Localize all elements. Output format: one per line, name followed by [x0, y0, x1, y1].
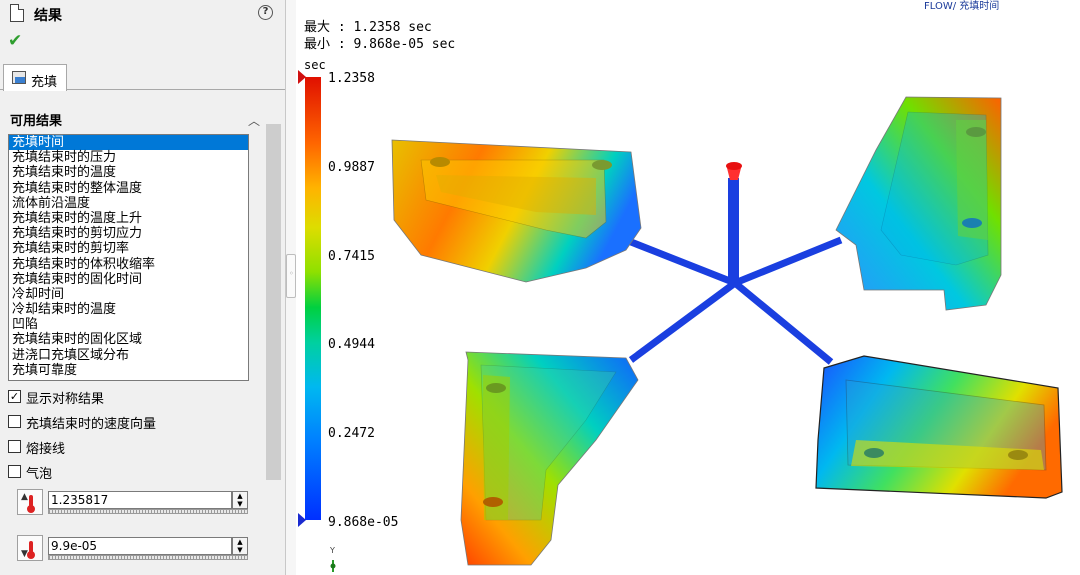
- result-list-item[interactable]: 凹陷: [9, 317, 248, 332]
- cavity-part-bottom-right: [815, 355, 1063, 499]
- result-list-item[interactable]: 进浇口充填区域分布: [9, 348, 248, 363]
- checkbox-label: 显示对称结果: [26, 392, 105, 407]
- result-list-item[interactable]: 充填结束时的温度上升: [9, 211, 248, 226]
- graphics-viewport[interactable]: FLOW/ 充填时间 最大 : 1.2358 sec 最小 : 9.868e-0…: [296, 0, 1080, 575]
- panel-title: 结果: [34, 8, 62, 24]
- checkbox-label: 气泡: [26, 467, 53, 482]
- scrollbar-thumb[interactable]: [266, 124, 281, 480]
- checkbox-label: 充填结束时的速度向量: [26, 417, 157, 432]
- max-spin-buttons[interactable]: ▲ ▼: [232, 491, 248, 509]
- checkbox-box[interactable]: ✓: [8, 390, 21, 403]
- result-list-item[interactable]: 充填结束时的固化时间: [9, 272, 248, 287]
- fill-tab-icon: [12, 71, 26, 84]
- checkbox-box[interactable]: [8, 415, 21, 428]
- cavity-part-bottom-left: [460, 351, 639, 566]
- checkbox-box[interactable]: [8, 440, 21, 453]
- result-list-item[interactable]: 流体前沿温度: [9, 196, 248, 211]
- result-list-item[interactable]: 冷却时间: [9, 287, 248, 302]
- mold-flow-model[interactable]: [296, 0, 1080, 575]
- result-list-item[interactable]: 充填结束时的剪切应力: [9, 226, 248, 241]
- result-list-item[interactable]: 充填可靠度: [9, 363, 248, 378]
- panel-header: 结果 ?: [0, 0, 285, 30]
- result-list-item[interactable]: 冷却结束时的温度: [9, 302, 248, 317]
- tab-label: 充填: [31, 75, 58, 90]
- collapse-chevron-icon[interactable]: ︿: [248, 112, 260, 129]
- cavity-part-top-left: [391, 139, 642, 283]
- checkbox-label: 熔接线: [26, 442, 66, 457]
- min-value-spinner[interactable]: ▲▼: [48, 537, 249, 560]
- min-value-button[interactable]: ▼: [17, 535, 43, 561]
- checkbox-box[interactable]: [8, 465, 21, 478]
- thermometer-min-icon: [27, 541, 35, 559]
- min-spin-buttons[interactable]: ▲ ▼: [232, 537, 248, 555]
- cavity-part-top-right: [835, 96, 1002, 311]
- axis-triad: [330, 560, 336, 572]
- max-value-button[interactable]: ▲: [17, 489, 43, 515]
- available-results-header: 可用结果: [10, 114, 63, 129]
- max-value-slider[interactable]: [48, 509, 248, 514]
- result-list-item[interactable]: 充填时间: [9, 135, 248, 151]
- property-manager-panel: 结果 ? ✔ 充填 可用结果 ︿ 充填时间 充填结束时的压力 充填结束时的温度 充填结…: [0, 0, 286, 575]
- arrow-up-icon: ▲: [21, 492, 28, 502]
- help-icon[interactable]: ?: [258, 5, 273, 20]
- min-value-input[interactable]: [48, 537, 232, 555]
- result-list-item[interactable]: 充填结束时的固化区域: [9, 332, 248, 347]
- max-value-spinner[interactable]: ▲▼: [48, 491, 249, 514]
- min-value-slider[interactable]: [48, 555, 248, 560]
- panel-splitter[interactable]: ◦: [286, 0, 296, 575]
- result-list-item[interactable]: 充填结束时的整体温度: [9, 181, 248, 196]
- result-list-item[interactable]: 充填结束时的压力: [9, 150, 248, 165]
- max-value-input[interactable]: [48, 491, 232, 509]
- ok-check-icon[interactable]: ✔: [8, 31, 22, 51]
- runner-system: [624, 162, 843, 365]
- thermometer-max-icon: [27, 495, 35, 513]
- document-icon: [10, 4, 24, 22]
- splitter-grip[interactable]: ◦: [286, 254, 296, 298]
- result-list-item[interactable]: 充填结束时的剪切率: [9, 241, 248, 256]
- result-list-item[interactable]: 充填结束时的温度: [9, 165, 248, 180]
- tab-fill[interactable]: 充填: [3, 64, 67, 91]
- result-list-item[interactable]: 充填结束时的体积收缩率: [9, 257, 248, 272]
- results-list[interactable]: 充填时间 充填结束时的压力 充填结束时的温度 充填结束时的整体温度 流体前沿温度 充填结束…: [8, 134, 249, 381]
- panel-scrollbar[interactable]: [265, 110, 282, 575]
- tab-strip: 充填: [0, 62, 285, 91]
- axis-y-label: Y: [330, 546, 335, 555]
